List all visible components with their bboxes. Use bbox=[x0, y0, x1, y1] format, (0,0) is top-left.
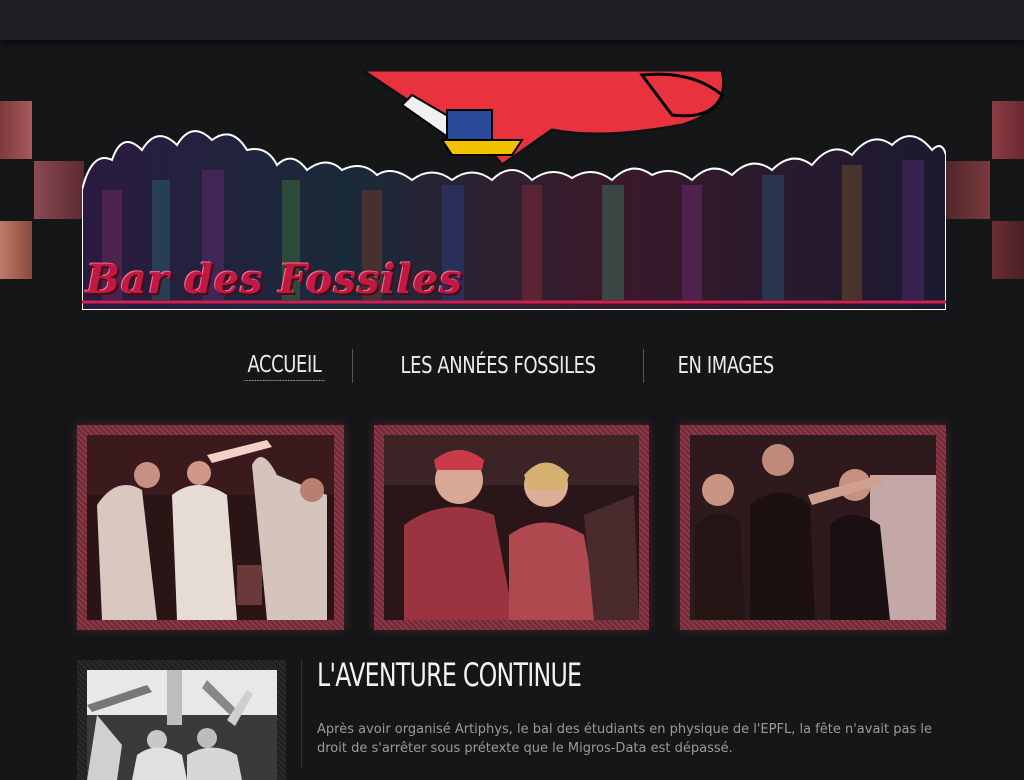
decor-tile bbox=[992, 101, 1024, 159]
party-photo-icon bbox=[690, 435, 936, 620]
article-thumbnail[interactable] bbox=[77, 660, 286, 780]
decor-tile bbox=[0, 221, 32, 279]
article-text: Après avoir organisé Artiphys, le bal de… bbox=[317, 722, 932, 756]
site-title: Bar des Fossiles bbox=[86, 256, 463, 303]
party-photo-icon bbox=[384, 435, 639, 620]
party-photo-black-white-icon bbox=[87, 670, 277, 780]
party-photo-icon bbox=[87, 435, 334, 620]
gallery-photo-1[interactable] bbox=[77, 425, 344, 630]
nav-separator bbox=[642, 349, 644, 383]
nav-annees-fossiles[interactable]: Les années fossiles bbox=[397, 353, 598, 379]
decor-tile bbox=[940, 161, 990, 219]
nav-accueil[interactable]: Accueil bbox=[244, 352, 325, 381]
site-banner[interactable]: Bar des Fossiles bbox=[82, 70, 946, 310]
nav-en-images[interactable]: En images bbox=[674, 353, 777, 379]
content-divider bbox=[301, 660, 302, 768]
decor-tile bbox=[0, 101, 32, 159]
robot-mascot-icon bbox=[359, 70, 726, 168]
decor-tile bbox=[34, 161, 84, 219]
gallery-photo-2[interactable] bbox=[374, 425, 649, 630]
gallery-photo-3[interactable] bbox=[680, 425, 946, 630]
decor-tile bbox=[992, 221, 1024, 279]
top-bar bbox=[0, 0, 1024, 40]
article-title: L'aventure continue bbox=[317, 656, 582, 694]
nav-separator bbox=[351, 349, 353, 383]
main-nav: Accueil Les années fossiles En images bbox=[0, 345, 1024, 387]
